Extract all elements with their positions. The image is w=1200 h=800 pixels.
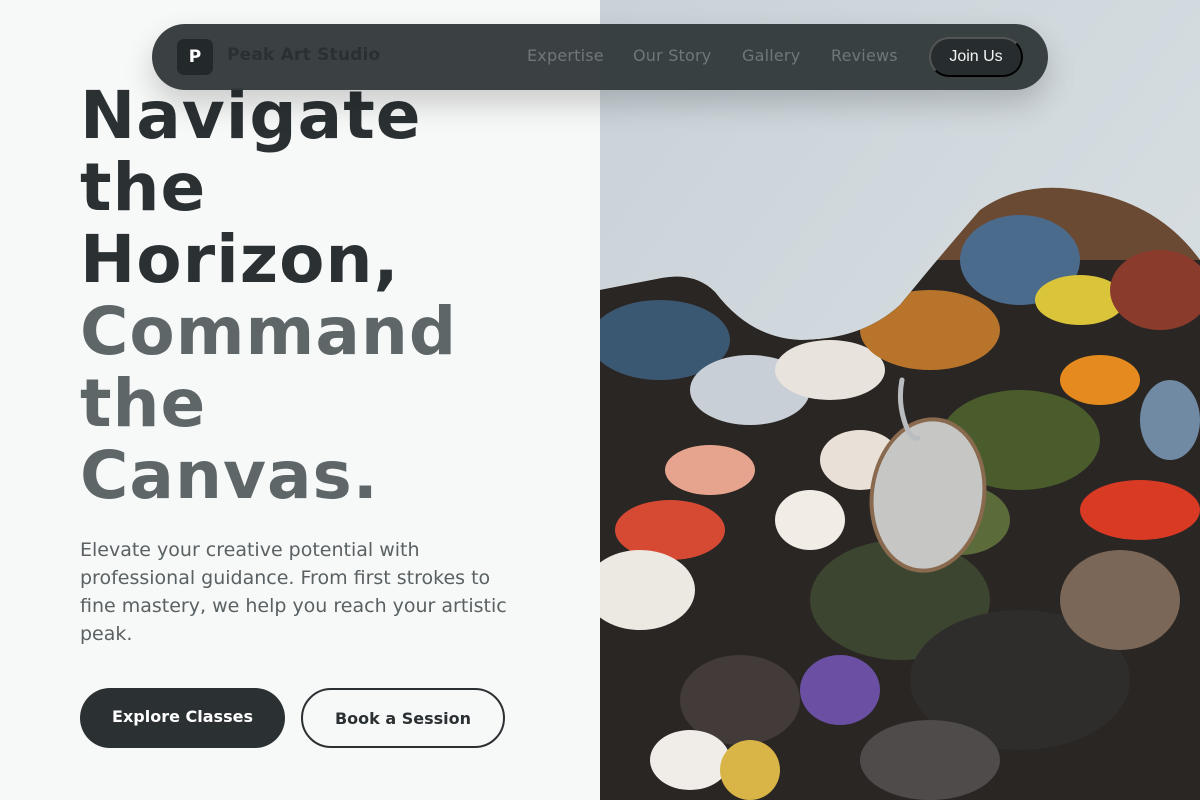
palette-photo — [600, 0, 1200, 800]
nav-link-reviews[interactable]: Reviews — [831, 46, 898, 65]
brand-name[interactable]: Peak Art Studio — [227, 45, 380, 65]
landing-page: Navigate the Horizon, Command the Canvas… — [0, 0, 1200, 800]
hero-title-line: Navigate — [80, 77, 422, 154]
top-navigation: P Peak Art Studio Expertise Our Story Ga… — [152, 24, 1048, 90]
explore-classes-button[interactable]: Explore Classes — [80, 688, 285, 748]
hero-title-line: the — [80, 149, 207, 226]
hero-title-line: Command — [80, 293, 458, 370]
nav-link-our-story[interactable]: Our Story — [633, 46, 711, 65]
book-session-button[interactable]: Book a Session — [301, 688, 505, 748]
hero-image — [600, 0, 1200, 800]
hero-title: Navigate the Horizon, Command the Canvas… — [80, 80, 457, 512]
hero-section: Navigate the Horizon, Command the Canvas… — [0, 0, 600, 800]
nav-link-gallery[interactable]: Gallery — [742, 46, 800, 65]
hero-title-line: the — [80, 365, 207, 442]
hero-title-line: Canvas. — [80, 437, 379, 514]
logo-mark[interactable]: P — [177, 39, 213, 75]
hero-title-line: Horizon, — [80, 221, 400, 298]
nav-link-expertise[interactable]: Expertise — [527, 46, 604, 65]
hero-subtitle: Elevate your creative potential with pro… — [80, 539, 507, 645]
join-us-button[interactable]: Join Us — [929, 37, 1023, 77]
